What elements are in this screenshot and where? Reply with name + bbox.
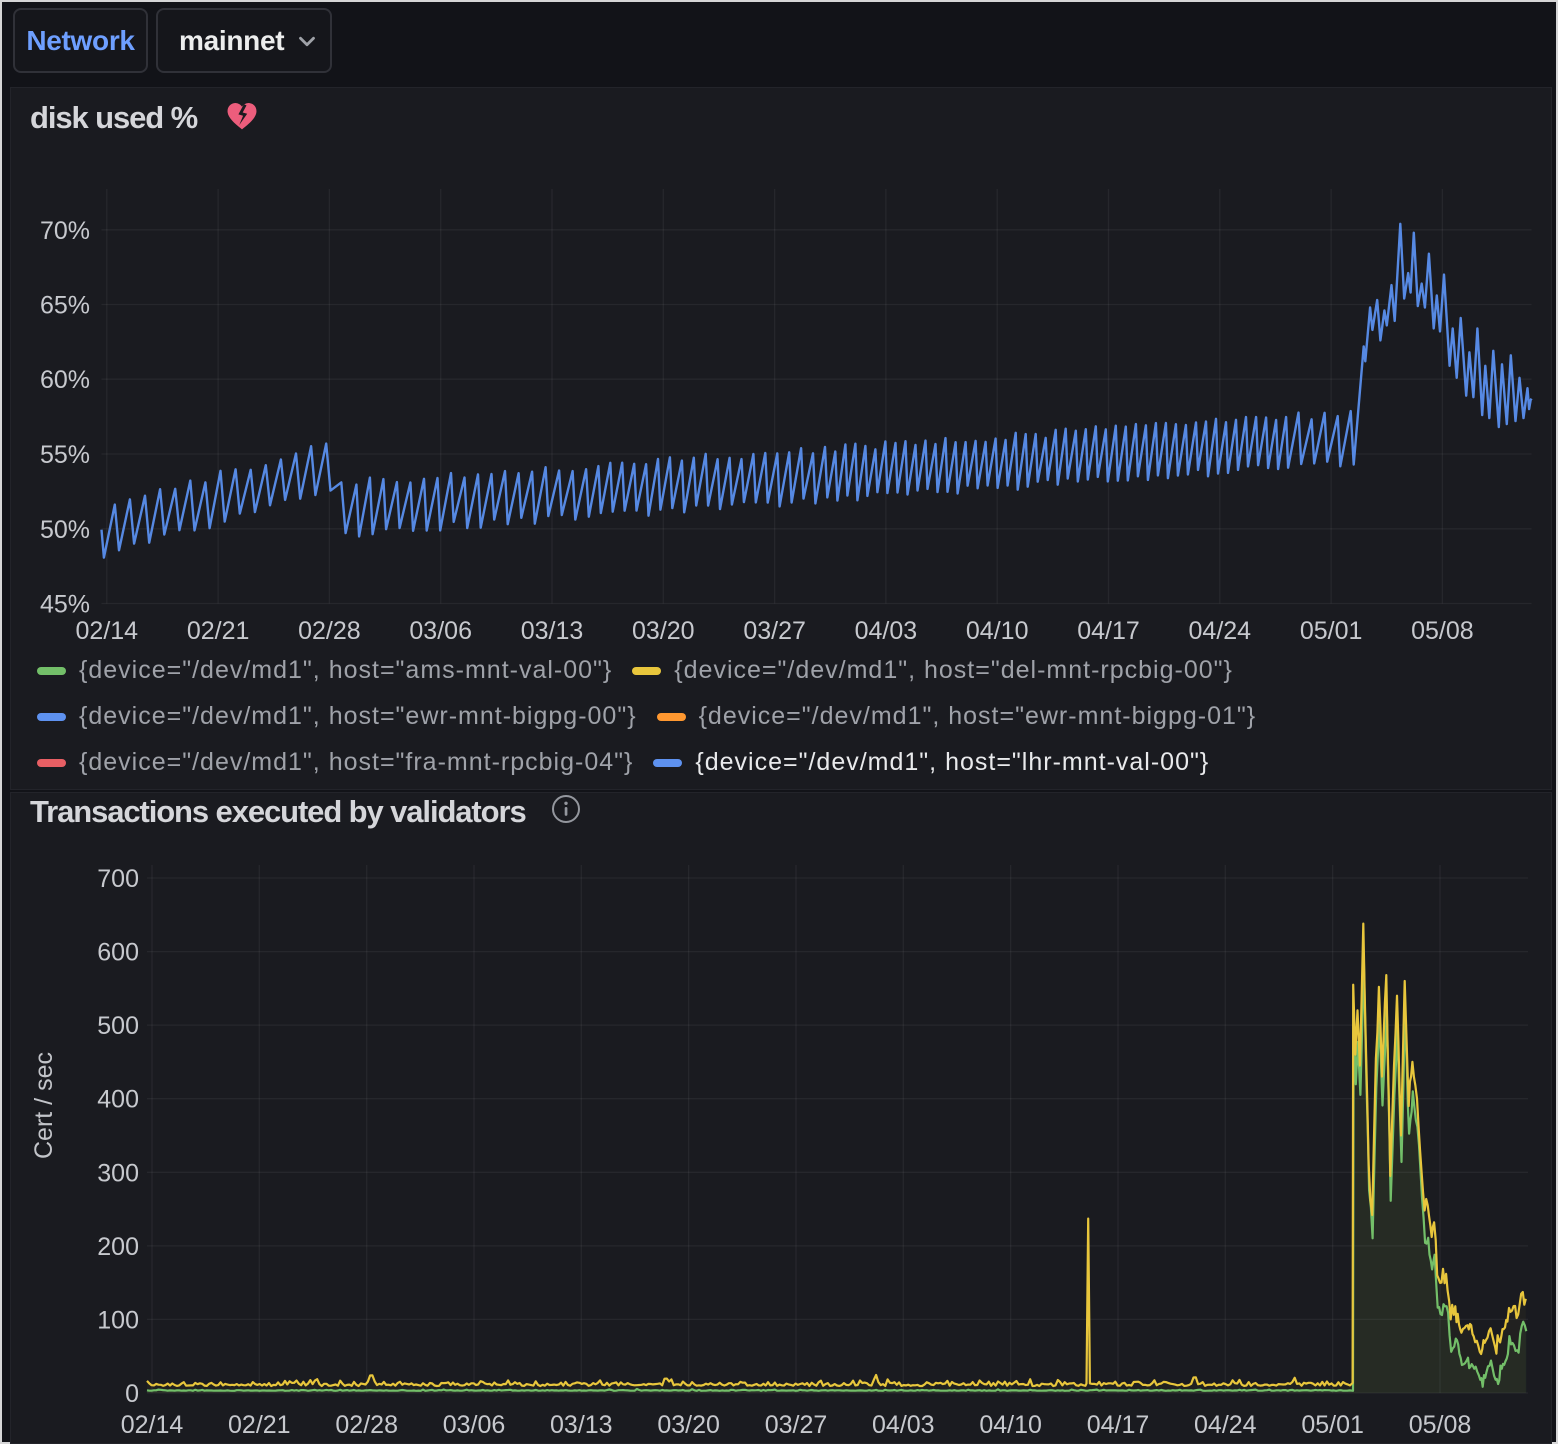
svg-text:65%: 65% [40,292,90,320]
svg-text:03/06: 03/06 [409,617,472,645]
svg-text:50%: 50% [40,516,90,544]
svg-text:04/03: 04/03 [855,617,918,645]
svg-text:02/28: 02/28 [335,1411,398,1439]
svg-text:03/27: 03/27 [765,1411,828,1439]
svg-text:05/08: 05/08 [1411,617,1474,645]
svg-text:04/03: 04/03 [872,1411,935,1439]
svg-text:02/14: 02/14 [76,617,139,645]
svg-text:60%: 60% [40,366,90,394]
svg-text:05/08: 05/08 [1409,1411,1472,1439]
svg-text:45%: 45% [40,591,90,619]
svg-text:03/20: 03/20 [657,1411,720,1439]
svg-text:05/01: 05/01 [1301,1411,1364,1439]
svg-text:04/24: 04/24 [1189,617,1252,645]
svg-text:100: 100 [97,1306,139,1334]
svg-text:03/27: 03/27 [743,617,806,645]
svg-text:04/10: 04/10 [979,1411,1042,1439]
svg-text:02/28: 02/28 [298,617,361,645]
svg-text:02/21: 02/21 [228,1411,291,1439]
svg-text:55%: 55% [40,441,90,469]
svg-text:05/01: 05/01 [1300,617,1363,645]
svg-text:0: 0 [125,1380,139,1408]
svg-text:200: 200 [97,1233,139,1261]
svg-text:03/20: 03/20 [632,617,695,645]
svg-text:04/10: 04/10 [966,617,1029,645]
svg-text:300: 300 [97,1159,139,1187]
svg-text:03/06: 03/06 [443,1411,506,1439]
svg-text:400: 400 [97,1086,139,1114]
svg-text:03/13: 03/13 [521,617,584,645]
svg-text:700: 700 [97,865,139,893]
svg-text:02/14: 02/14 [121,1411,184,1439]
svg-text:04/17: 04/17 [1077,617,1140,645]
svg-text:04/17: 04/17 [1087,1411,1150,1439]
svg-text:500: 500 [97,1012,139,1040]
svg-text:03/13: 03/13 [550,1411,613,1439]
svg-text:02/21: 02/21 [187,617,250,645]
svg-text:70%: 70% [40,217,90,245]
svg-text:600: 600 [97,939,139,967]
svg-text:04/24: 04/24 [1194,1411,1257,1439]
